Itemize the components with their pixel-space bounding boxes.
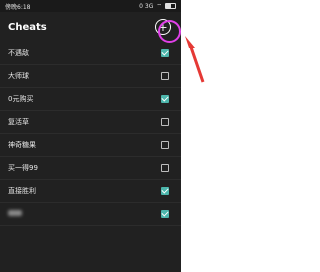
status-bar: 傍晚6:18 0 3G ⌔	[0, 0, 181, 12]
arrow-shaft	[189, 46, 205, 83]
list-item[interactable]: 神奇糖果	[0, 134, 181, 157]
list-item[interactable]: 0元购买	[0, 88, 181, 111]
list-item[interactable]	[0, 203, 181, 226]
status-time: 傍晚6:18	[5, 3, 31, 11]
cheat-checkbox[interactable]	[161, 210, 169, 218]
cheat-label: 买一得99	[8, 164, 38, 172]
pointer-arrow-icon	[185, 36, 205, 83]
list-item[interactable]: 买一得99	[0, 157, 181, 180]
wifi-icon: ⌔	[156, 3, 162, 10]
highlight-circle	[158, 20, 181, 43]
cheat-label: 复活草	[8, 118, 29, 126]
cheat-label: 大师球	[8, 72, 29, 80]
cheat-checkbox[interactable]	[161, 187, 169, 195]
cheat-label: 0元购买	[8, 95, 34, 103]
cheat-checkbox[interactable]	[161, 49, 169, 57]
cheat-checkbox[interactable]	[161, 95, 169, 103]
list-item[interactable]: 大师球	[0, 65, 181, 88]
cheat-list: 不遇敌 大师球 0元购买 复活草 神奇糖果 买一得99 直接胜利	[0, 42, 181, 226]
battery-icon	[165, 3, 176, 9]
cheat-checkbox[interactable]	[161, 164, 169, 172]
cheat-checkbox[interactable]	[161, 118, 169, 126]
cheat-label: 神奇糖果	[8, 141, 36, 149]
signal-icon: 0 3G	[139, 2, 154, 10]
cheat-label: 直接胜利	[8, 187, 36, 195]
status-icons: 0 3G ⌔	[139, 2, 176, 10]
redacted-label	[8, 210, 22, 216]
page-title: Cheats	[8, 21, 47, 33]
arrow-head	[185, 36, 195, 48]
cheat-label	[8, 210, 22, 218]
toolbar: Cheats +	[0, 12, 181, 42]
cheat-checkbox[interactable]	[161, 141, 169, 149]
list-item[interactable]: 直接胜利	[0, 180, 181, 203]
cheat-checkbox[interactable]	[161, 72, 169, 80]
list-item[interactable]: 不遇敌	[0, 42, 181, 65]
list-item[interactable]: 复活草	[0, 111, 181, 134]
cheat-label: 不遇敌	[8, 49, 29, 57]
app-screen: 傍晚6:18 0 3G ⌔ Cheats + 不遇敌 大师球 0元购买 复活草	[0, 0, 181, 272]
